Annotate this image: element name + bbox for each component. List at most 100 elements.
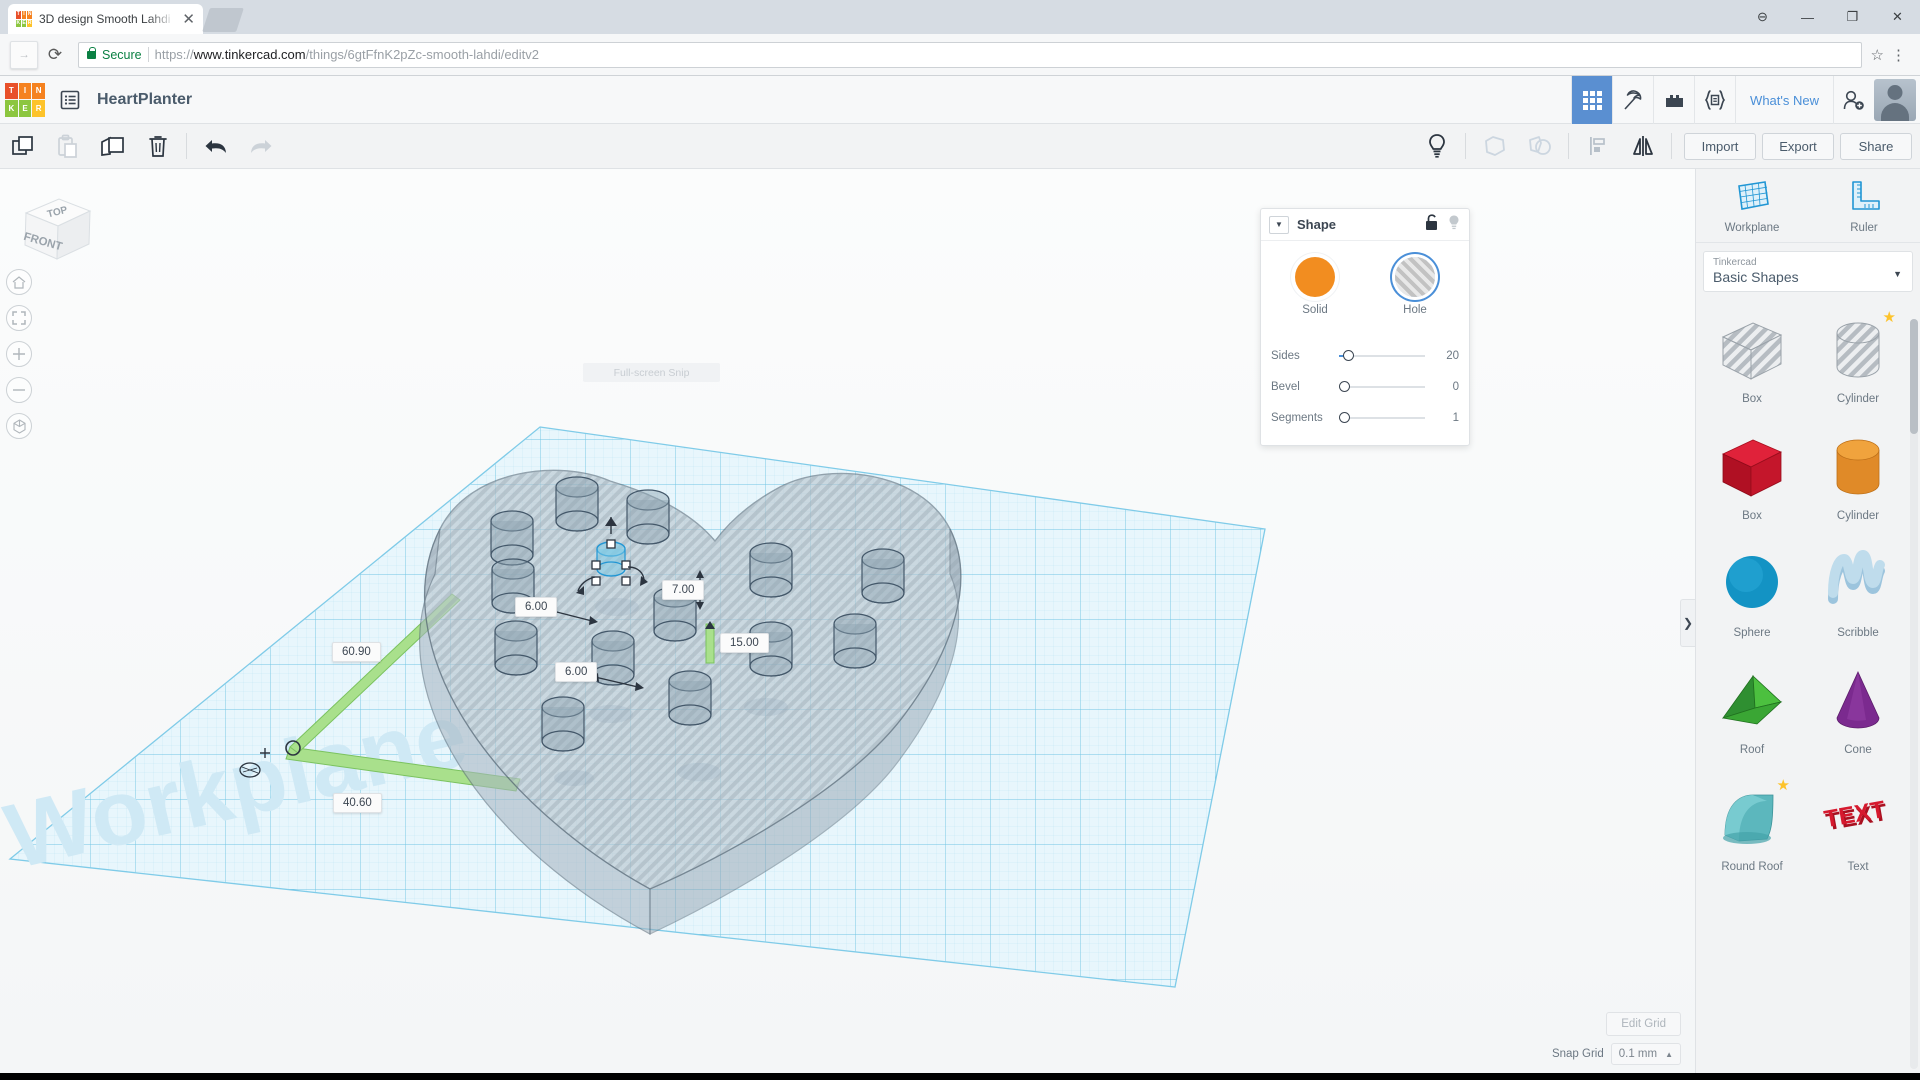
slider-knob[interactable] — [1343, 349, 1355, 361]
window-minimize-button[interactable]: — — [1785, 10, 1830, 25]
whats-new-button[interactable]: What's New — [1735, 76, 1833, 124]
taskbar-chrome-button[interactable] — [232, 1073, 276, 1080]
sidebar-scroll-thumb[interactable] — [1910, 319, 1918, 434]
redo-button[interactable] — [238, 124, 283, 169]
codeblocks-button[interactable] — [1694, 76, 1735, 124]
shape-item-cone[interactable]: Cone — [1806, 653, 1910, 768]
share-button[interactable]: Share — [1840, 132, 1912, 160]
address-bar[interactable]: Secure https://www.tinkercad.com/things/… — [78, 41, 1862, 68]
shape-item-box-hole[interactable]: Box — [1700, 302, 1804, 417]
designs-grid-button[interactable] — [1571, 76, 1613, 124]
close-tab-icon[interactable]: ✕ — [182, 12, 195, 27]
document-title[interactable]: HeartPlanter — [97, 91, 192, 109]
grid-controls: Edit Grid Snap Grid 0.1 mm ▲ — [1552, 1012, 1681, 1065]
slider-knob[interactable] — [1339, 411, 1350, 423]
taskbar-file-explorer-button[interactable] — [186, 1073, 230, 1080]
dimension-chip[interactable]: 40.60 — [333, 793, 382, 813]
solid-color-swatch[interactable] — [1295, 257, 1335, 297]
new-tab-button[interactable] — [202, 8, 244, 32]
url-text: https://www.tinkercad.com/things/6gtFfnK… — [154, 47, 540, 62]
zoom-in-button[interactable] — [6, 341, 32, 367]
taskbar-3dapp-button[interactable] — [278, 1073, 322, 1080]
window-close-button[interactable]: ✕ — [1875, 9, 1920, 25]
undo-button[interactable] — [193, 124, 238, 169]
slider-knob[interactable] — [1339, 380, 1350, 392]
forward-button[interactable]: → — [10, 40, 38, 69]
height-measure — [705, 621, 715, 664]
dimension-chip[interactable]: 7.00 — [662, 580, 705, 600]
taskbar-cura-button[interactable] — [324, 1073, 368, 1080]
tinkercad-logo[interactable]: TIN KER — [5, 82, 45, 117]
minecraft-button[interactable] — [1612, 76, 1653, 124]
slider-track[interactable] — [1339, 380, 1425, 392]
dimension-chip[interactable]: 6.00 — [555, 662, 598, 682]
lock-icon — [87, 46, 96, 59]
dimension-chip[interactable]: 60.90 — [332, 642, 381, 662]
shape-item-box-red[interactable]: Box — [1700, 419, 1804, 534]
import-button[interactable]: Import — [1684, 132, 1756, 160]
windows-taskbar: 4:39 PM 6/20/2018 — [0, 1073, 1920, 1080]
snap-grid-label: Snap Grid — [1551, 1048, 1604, 1060]
shape-item-cylinder-orange[interactable]: Cylinder — [1806, 419, 1910, 534]
lightbulb-icon[interactable] — [1447, 214, 1461, 236]
bookmark-star-icon[interactable]: ☆ — [1871, 46, 1884, 64]
home-view-button[interactable] — [6, 269, 32, 295]
fit-to-view-button[interactable] — [6, 305, 32, 331]
shape-item-scribble[interactable]: Scribble — [1806, 536, 1910, 651]
reload-button[interactable]: ⟳ — [41, 41, 69, 69]
task-view-button[interactable] — [94, 1073, 138, 1080]
shape-item-round-roof[interactable]: ★ Round Roof — [1700, 770, 1804, 885]
dimension-chip[interactable]: 6.00 — [515, 597, 558, 617]
paste-button[interactable] — [45, 124, 90, 169]
perspective-toggle-button[interactable] — [6, 413, 32, 439]
chrome-menu-icon[interactable]: ⋮ — [1887, 46, 1910, 64]
copy-button[interactable] — [0, 124, 45, 169]
hole-mode-option[interactable]: Hole — [1383, 257, 1447, 316]
favorite-star-icon[interactable]: ★ — [1777, 776, 1790, 794]
align-button[interactable] — [1575, 124, 1620, 169]
ungroup-button[interactable] — [1517, 124, 1562, 169]
invite-user-button[interactable] — [1833, 76, 1874, 124]
snap-grid-select[interactable]: 0.1 mm ▲ — [1610, 1043, 1681, 1065]
mirror-button[interactable] — [1620, 124, 1665, 169]
inspector-collapse-button[interactable]: ▼ — [1269, 215, 1289, 234]
unlock-icon[interactable] — [1424, 213, 1439, 236]
window-maximize-button[interactable]: ❐ — [1830, 9, 1875, 25]
browser-account-icon[interactable]: ⊖ — [1740, 9, 1785, 25]
shape-item-cylinder-hole[interactable]: ★ Cylinder — [1806, 302, 1910, 417]
zoom-out-button[interactable] — [6, 377, 32, 403]
lightbulb-button[interactable] — [1414, 124, 1459, 169]
dimension-chip[interactable]: 15.00 — [720, 633, 769, 653]
slider-bevel: Bevel 0 — [1271, 371, 1459, 402]
collapse-sidebar-button[interactable]: ❯ — [1680, 599, 1695, 647]
edit-grid-button[interactable]: Edit Grid — [1606, 1012, 1681, 1036]
cortana-search-button[interactable] — [48, 1073, 92, 1080]
workplane-tool[interactable]: Workplane — [1696, 179, 1808, 234]
hole-swatch[interactable] — [1395, 257, 1435, 297]
3d-viewport[interactable]: Workplane TOP FRONT Full-screen Snip 6.0… — [0, 169, 1695, 1073]
shape-item-text[interactable]: TEXT TEXT Text — [1806, 770, 1910, 885]
slider-track[interactable] — [1339, 411, 1425, 423]
favorite-star-icon[interactable]: ★ — [1883, 308, 1896, 326]
group-button[interactable] — [1472, 124, 1517, 169]
shape-item-sphere[interactable]: Sphere — [1700, 536, 1804, 651]
sidebar-scrollbar[interactable] — [1910, 319, 1918, 1069]
slider-track[interactable] — [1339, 349, 1425, 361]
browser-tab[interactable]: TIN KER 3D design Smooth Lahdi ✕ — [8, 4, 203, 34]
taskbar-edge-button[interactable] — [140, 1073, 184, 1080]
shape-parameter-sliders: Sides 20 Bevel 0 Segments 1 — [1271, 340, 1459, 433]
start-button[interactable] — [2, 1073, 46, 1080]
solid-mode-option[interactable]: Solid — [1283, 257, 1347, 316]
main-area: Workplane TOP FRONT Full-screen Snip 6.0… — [0, 169, 1920, 1073]
ruler-tool[interactable]: Ruler — [1808, 179, 1920, 234]
export-button[interactable]: Export — [1762, 132, 1834, 160]
view-cube[interactable]: TOP FRONT — [12, 187, 98, 267]
designs-list-icon[interactable] — [59, 89, 81, 111]
duplicate-button[interactable] — [90, 124, 135, 169]
shape-library-select[interactable]: Tinkercad Basic Shapes ▼ — [1703, 251, 1913, 292]
delete-button[interactable] — [135, 124, 180, 169]
blocks-button[interactable] — [1653, 76, 1694, 124]
window-controls: ⊖ — ❐ ✕ — [1740, 0, 1920, 34]
shape-item-roof[interactable]: Roof — [1700, 653, 1804, 768]
user-avatar[interactable] — [1874, 79, 1916, 121]
